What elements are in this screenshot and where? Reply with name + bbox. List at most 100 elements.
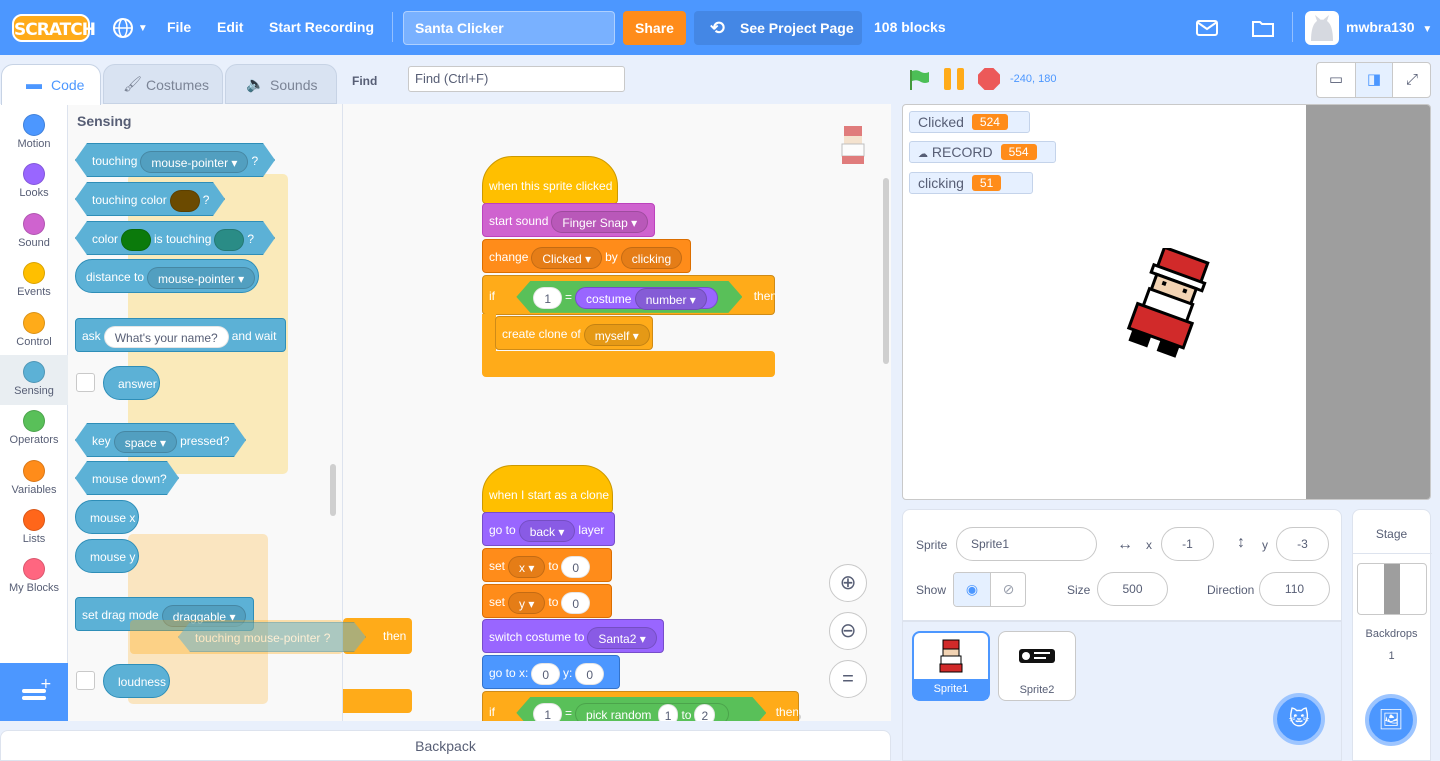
tab-costumes[interactable]: 🖌 Costumes bbox=[103, 64, 223, 104]
equals-left-input[interactable]: 1 bbox=[533, 287, 562, 309]
touching-color-block[interactable]: touching color? bbox=[75, 182, 225, 216]
category-variables[interactable]: Variables bbox=[0, 454, 68, 504]
random-to-input[interactable]: 2 bbox=[694, 704, 715, 721]
scratch-logo[interactable]: SCRATCH bbox=[12, 14, 96, 42]
normal-stage-button[interactable]: ◨ bbox=[1355, 63, 1393, 97]
if-then-block[interactable]: if 1 = costume number ▾ then bbox=[482, 275, 777, 315]
ask-and-wait-block[interactable]: ask What's your name? and wait bbox=[75, 318, 286, 352]
touching-menu[interactable]: mouse-pointer ▾ bbox=[140, 151, 248, 173]
my-stuff-folder-icon[interactable] bbox=[1252, 0, 1274, 55]
see-project-page-button[interactable]: ⟲ See Project Page bbox=[694, 11, 862, 45]
costume-menu[interactable]: Santa2 ▾ bbox=[587, 626, 657, 649]
fullscreen-button[interactable]: ⤢ bbox=[1393, 63, 1431, 97]
variable-monitor[interactable]: ☁ RECORD 554 bbox=[909, 141, 1056, 163]
set-y-variable-block[interactable]: set y ▾ to 0 bbox=[482, 584, 612, 618]
category-looks[interactable]: Looks bbox=[0, 157, 68, 207]
loudness-monitor-checkbox[interactable] bbox=[76, 671, 95, 690]
mouse-x-block[interactable]: mouse x bbox=[75, 500, 139, 534]
go-to-layer-block[interactable]: go to back ▾ layer bbox=[482, 512, 615, 546]
costume-number-menu[interactable]: number ▾ bbox=[635, 288, 707, 310]
category-control[interactable]: Control bbox=[0, 306, 68, 356]
layer-menu[interactable]: back ▾ bbox=[518, 519, 576, 542]
tab-sounds[interactable]: 🔈 Sounds bbox=[225, 64, 337, 104]
color-touching-block[interactable]: color is touching? bbox=[75, 221, 275, 255]
key-pressed-block[interactable]: key space ▾ pressed? bbox=[75, 423, 246, 457]
direction-input[interactable]: 110 bbox=[1259, 572, 1330, 606]
hide-sprite-button[interactable]: ⊘ bbox=[990, 573, 1025, 606]
backpack[interactable]: Backpack bbox=[0, 730, 891, 761]
user-avatar[interactable] bbox=[1305, 11, 1339, 45]
when-start-as-clone-hat[interactable]: when I start as a clone bbox=[482, 465, 613, 513]
equals-left-input[interactable]: 1 bbox=[533, 703, 562, 721]
zoom-out-button[interactable]: ⊖ bbox=[829, 612, 867, 650]
category-motion[interactable]: Motion bbox=[0, 108, 68, 158]
touching-block[interactable]: touching mouse-pointer ▾? bbox=[75, 143, 275, 177]
variable-monitor[interactable]: clicking 51 bbox=[909, 172, 1033, 194]
costume-reporter[interactable]: costume number ▾ bbox=[575, 287, 718, 309]
variable-menu[interactable]: x ▾ bbox=[508, 555, 546, 578]
clone-target-menu[interactable]: myself ▾ bbox=[583, 323, 650, 346]
tab-code[interactable]: ▬ Code bbox=[1, 64, 101, 105]
answer-monitor-checkbox[interactable] bbox=[76, 373, 95, 392]
pause-icon[interactable] bbox=[944, 68, 966, 90]
equals-operator[interactable]: 1 = pick random 1 to 2 bbox=[516, 697, 766, 721]
mouse-y-block[interactable]: mouse y bbox=[75, 539, 139, 573]
language-menu[interactable]: ▼ bbox=[112, 0, 148, 55]
stage-canvas[interactable]: Clicked 524 ☁ RECORD 554 clicking 51 bbox=[902, 104, 1431, 500]
ask-input[interactable]: What's your name? bbox=[103, 325, 229, 348]
distance-to-block[interactable]: distance to mouse-pointer ▾ bbox=[75, 259, 259, 293]
find-input[interactable]: Find (Ctrl+F) bbox=[408, 66, 625, 92]
change-variable-block[interactable]: change Clicked ▾ by clicking bbox=[482, 239, 691, 273]
edit-menu[interactable]: Edit bbox=[217, 0, 243, 55]
x-input[interactable]: 0 bbox=[531, 662, 561, 685]
workspace-scrollbar-vertical[interactable] bbox=[883, 178, 889, 364]
variable-menu[interactable]: y ▾ bbox=[508, 591, 546, 614]
choose-backdrop-button[interactable]: 🖼 bbox=[1365, 694, 1417, 746]
green-flag-icon[interactable] bbox=[907, 68, 931, 92]
small-stage-button[interactable]: ▭ bbox=[1317, 63, 1355, 97]
sound-menu[interactable]: Finger Snap ▾ bbox=[551, 210, 649, 233]
answer-block[interactable]: answer bbox=[103, 366, 160, 400]
category-events[interactable]: Events bbox=[0, 256, 68, 306]
size-input[interactable]: 500 bbox=[1097, 572, 1168, 606]
y-input[interactable]: 0 bbox=[575, 662, 605, 685]
start-recording-button[interactable]: Start Recording bbox=[269, 0, 374, 55]
zoom-in-button[interactable]: ⊕ bbox=[829, 564, 867, 602]
category-lists[interactable]: Lists bbox=[0, 503, 68, 553]
color-swatch[interactable] bbox=[170, 190, 200, 212]
zoom-reset-button[interactable]: = bbox=[829, 660, 867, 698]
loudness-block[interactable]: loudness bbox=[103, 664, 170, 698]
when-sprite-clicked-hat[interactable]: when this sprite clicked bbox=[482, 156, 618, 204]
variable-monitor[interactable]: Clicked 524 bbox=[909, 111, 1030, 133]
by-value-reporter[interactable]: clicking bbox=[620, 246, 683, 269]
stop-icon[interactable] bbox=[978, 68, 1000, 90]
palette-scrollbar[interactable] bbox=[330, 464, 336, 516]
key-menu[interactable]: space ▾ bbox=[114, 431, 177, 453]
file-menu[interactable]: File bbox=[167, 0, 191, 55]
color-swatch[interactable] bbox=[121, 229, 151, 251]
create-clone-block[interactable]: create clone of myself ▾ bbox=[495, 316, 653, 350]
set-value-input[interactable]: 0 bbox=[561, 555, 591, 578]
add-extension-button[interactable]: + bbox=[0, 663, 68, 721]
sprite-tile-sprite2[interactable]: Sprite2 bbox=[998, 631, 1076, 701]
start-sound-block[interactable]: start sound Finger Snap ▾ bbox=[482, 203, 655, 237]
show-sprite-button[interactable]: ◉ bbox=[954, 573, 990, 606]
choose-sprite-button[interactable]: 🐱 bbox=[1273, 693, 1325, 745]
mouse-down-block[interactable]: mouse down? bbox=[75, 461, 179, 495]
category-operators[interactable]: Operators bbox=[0, 404, 68, 454]
x-position-input[interactable]: -1 bbox=[1161, 527, 1214, 561]
santa-sprite[interactable] bbox=[1123, 248, 1213, 363]
set-x-variable-block[interactable]: set x ▾ to 0 bbox=[482, 548, 612, 582]
share-button[interactable]: Share bbox=[623, 11, 686, 45]
go-to-xy-block[interactable]: go to x: 0 y: 0 bbox=[482, 655, 620, 689]
switch-costume-block[interactable]: switch costume to Santa2 ▾ bbox=[482, 619, 664, 653]
y-position-input[interactable]: -3 bbox=[1276, 527, 1329, 561]
category-sound[interactable]: Sound bbox=[0, 207, 68, 257]
category-sensing[interactable]: Sensing bbox=[0, 355, 68, 405]
username-menu[interactable]: mwbra130 ▼ bbox=[1346, 0, 1432, 55]
stage-target-panel[interactable]: Stage Backdrops 1 🖼 bbox=[1352, 509, 1432, 761]
sprite-tile-sprite1[interactable]: Sprite1 bbox=[912, 631, 990, 701]
equals-operator[interactable]: 1 = costume number ▾ bbox=[516, 281, 742, 313]
sprite-name-input[interactable]: Sprite1 bbox=[956, 527, 1097, 561]
messages-icon[interactable] bbox=[1196, 0, 1218, 55]
